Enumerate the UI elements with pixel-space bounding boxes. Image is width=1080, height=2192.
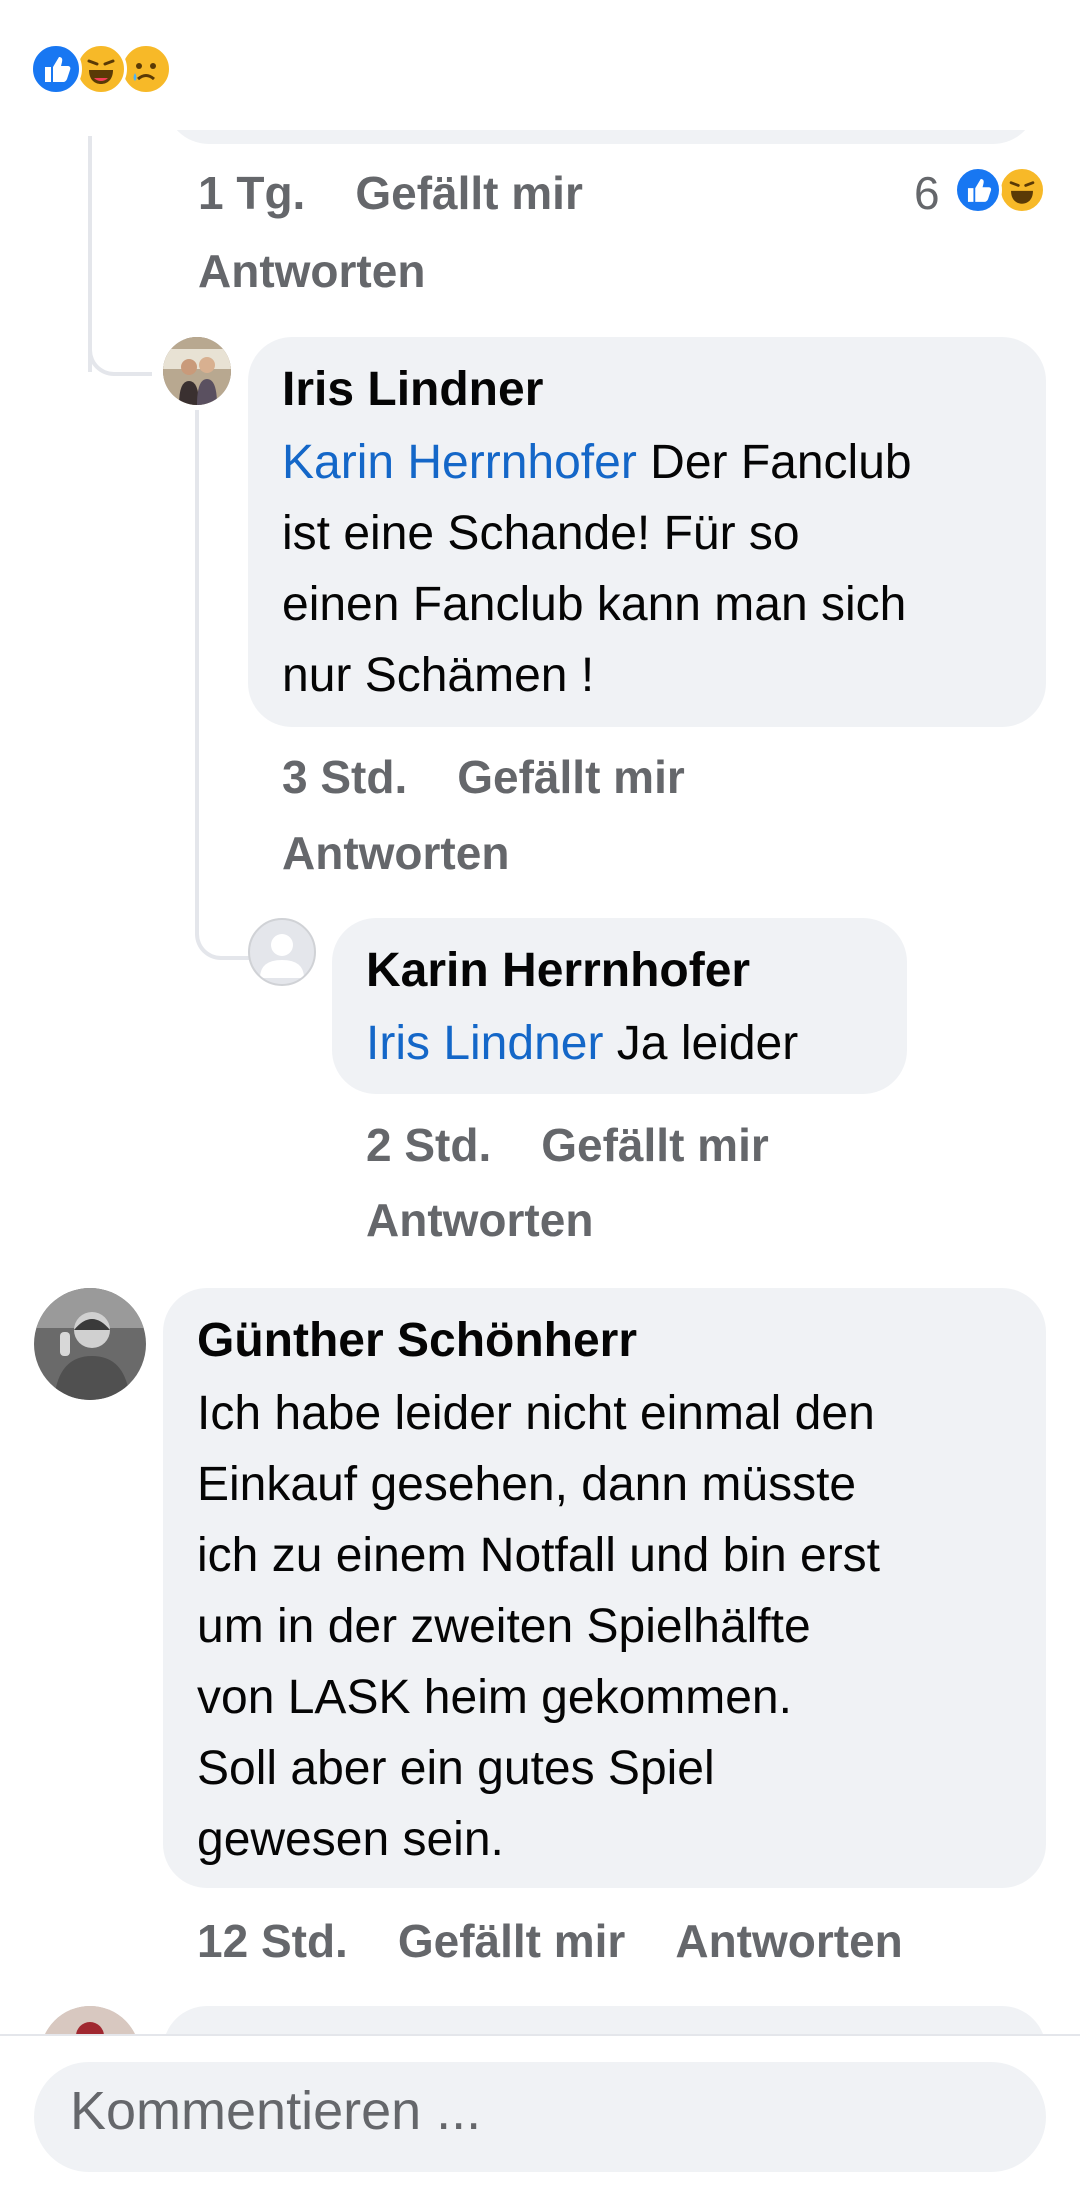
avatar[interactable] [34, 1288, 146, 1400]
comment-meta: 3 Std. Gefällt mir [282, 750, 735, 804]
comment-time: 12 Std. [197, 1915, 348, 1967]
thread-connector [88, 336, 152, 376]
reply-link[interactable]: Antworten [366, 1193, 593, 1247]
avatar[interactable] [248, 918, 316, 986]
comment-text: Karin Herrnhofer Der Fanclub ist eine Sc… [282, 436, 912, 702]
comment-time: 3 Std. [282, 751, 408, 803]
comment-author[interactable]: Iris Lindner [282, 362, 543, 417]
like-link[interactable]: Gefällt mir [541, 1119, 769, 1171]
like-reaction-icon[interactable] [30, 43, 82, 95]
comment-author[interactable]: Günther Schönherr [197, 1313, 637, 1368]
mention-link[interactable]: Iris Lindner [366, 1017, 603, 1070]
haha-reaction-icon[interactable] [75, 43, 127, 95]
mention-link[interactable]: Karin Herrnhofer [282, 436, 637, 489]
comment-reaction-count[interactable]: 6 [914, 166, 940, 220]
comment-time: 2 Std. [366, 1119, 492, 1171]
comment-input-placeholder: Kommentieren ... [70, 2081, 482, 2141]
reply-link[interactable]: Antworten [675, 1915, 902, 1967]
haha-reaction-icon [998, 166, 1046, 214]
like-link[interactable]: Gefällt mir [398, 1915, 626, 1967]
like-link[interactable]: Gefällt mir [457, 751, 685, 803]
comment-author[interactable]: Karin Herrnhofer [366, 943, 750, 998]
comment-meta: 1 Tg. Gefällt mir [198, 166, 633, 220]
comment-meta: 12 Std. Gefällt mir Antworten [197, 1914, 953, 1968]
thread-line [195, 410, 199, 930]
like-reaction-icon [954, 166, 1002, 214]
like-link[interactable]: Gefällt mir [355, 167, 583, 219]
comment-text: Ich habe leider nicht einmal den Einkauf… [197, 1387, 881, 1866]
reply-link[interactable]: Antworten [198, 244, 425, 298]
avatar[interactable] [163, 337, 231, 405]
comment-time: 1 Tg. [198, 167, 306, 219]
sad-reaction-icon[interactable] [120, 43, 172, 95]
comment-text: Iris Lindner Ja leider [366, 1017, 799, 1070]
comment-meta: 2 Std. Gefällt mir [366, 1118, 819, 1172]
reply-link[interactable]: Antworten [282, 826, 509, 880]
